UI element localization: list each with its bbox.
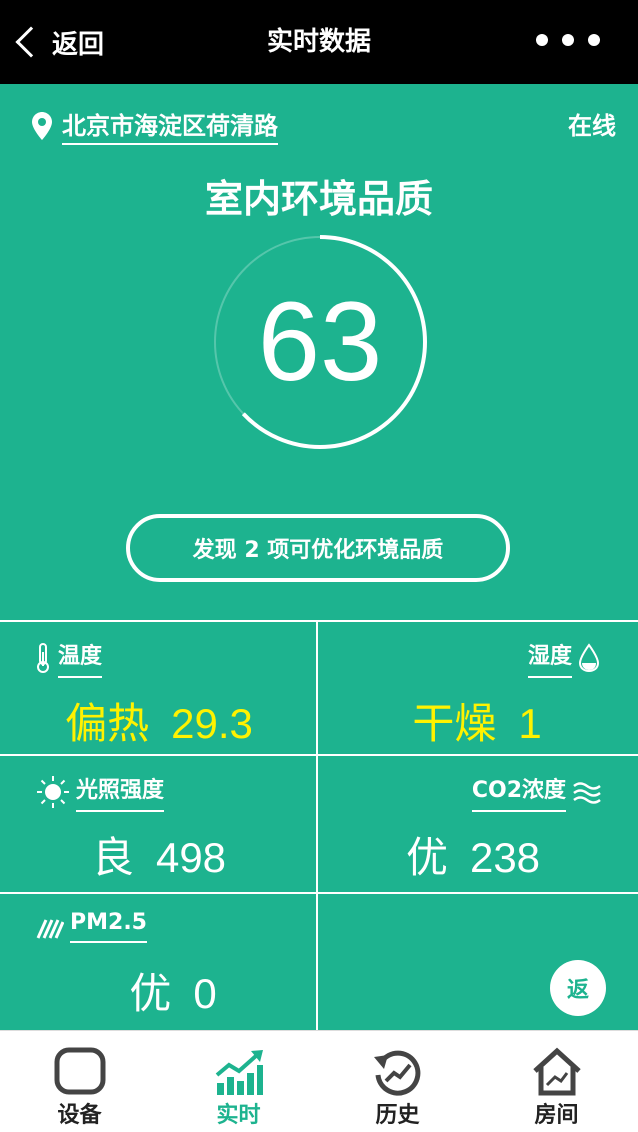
metric-level: 干燥	[412, 699, 497, 748]
more-options-button[interactable]	[536, 34, 600, 46]
metric-name: 温度	[58, 638, 103, 678]
metric-value: 优 238	[314, 824, 632, 885]
metric-temperature[interactable]: 温度 偏热 29.3	[0, 622, 318, 754]
metric-number: 498	[155, 834, 227, 881]
tab-label: 房间	[534, 1103, 579, 1128]
wave-icon	[573, 782, 601, 804]
air-quality-hero: 北京市海淀区荷清路 在线 室内环境品质 63 发现 2 项可优化环境品质	[0, 84, 638, 620]
location-pin-icon	[32, 111, 52, 140]
tab-history[interactable]: 历史	[318, 1031, 477, 1132]
top-bar: 返回 实时数据	[0, 0, 638, 84]
particles-icon	[36, 918, 64, 939]
dot-icon	[588, 34, 600, 46]
metric-level: 偏热	[65, 699, 150, 748]
metric-number: 1	[518, 700, 542, 747]
metric-value: 偏热 29.3	[0, 690, 318, 751]
metric-light[interactable]: 光照强度 良 498	[0, 756, 318, 892]
metric-number: 29.3	[171, 700, 253, 747]
metric-level: 优	[129, 969, 172, 1018]
device-icon	[54, 1047, 105, 1095]
metric-value: 优0	[14, 960, 332, 1021]
metric-number: 0	[193, 970, 217, 1017]
return-fab-button[interactable]: 返	[550, 960, 606, 1016]
tab-label: 历史	[375, 1103, 420, 1128]
tab-label: 实时	[216, 1103, 261, 1128]
metric-humidity[interactable]: 湿度 干燥 1	[318, 622, 638, 754]
location[interactable]: 北京市海淀区荷清路	[32, 106, 278, 145]
metric-value: 干燥 1	[318, 690, 636, 751]
dot-icon	[562, 34, 574, 46]
tab-rooms[interactable]: 房间	[477, 1031, 636, 1132]
metrics-grid: 温度 偏热 29.3 湿度 干燥 1 光照强度 良 498 CO2浓度 优 23…	[0, 620, 638, 1032]
dot-icon	[536, 34, 548, 46]
tab-devices[interactable]: 设备	[0, 1031, 159, 1132]
metric-name: 湿度	[527, 638, 572, 678]
history-icon	[373, 1050, 420, 1096]
metric-pm25[interactable]: PM2.5 优0	[0, 894, 318, 1032]
sun-icon	[37, 776, 69, 808]
quality-score: 63	[257, 279, 383, 404]
chart-up-icon	[215, 1050, 263, 1095]
thermometer-icon	[37, 643, 49, 673]
metric-name: CO2浓度	[471, 772, 566, 812]
online-status: 在线	[568, 112, 616, 140]
bottom-tab-bar: 设备 实时 历史 房间	[0, 1030, 638, 1132]
optimize-button[interactable]: 发现 2 项可优化环境品质	[126, 514, 510, 582]
tab-label: 设备	[57, 1103, 102, 1128]
metric-level: 优	[405, 833, 448, 882]
location-text: 北京市海淀区荷清路	[62, 106, 278, 145]
metric-co2[interactable]: CO2浓度 优 238	[318, 756, 638, 892]
tab-realtime[interactable]: 实时	[159, 1031, 318, 1132]
metric-value: 良 498	[0, 824, 318, 885]
metric-number: 238	[469, 834, 541, 881]
metric-name: PM2.5	[70, 910, 147, 943]
metric-name: 光照强度	[76, 772, 165, 812]
quality-title: 室内环境品质	[204, 177, 433, 221]
metric-level: 良	[91, 833, 134, 882]
water-drop-icon	[578, 643, 600, 673]
house-icon	[532, 1047, 581, 1096]
empty-cell: 返	[318, 894, 638, 1032]
